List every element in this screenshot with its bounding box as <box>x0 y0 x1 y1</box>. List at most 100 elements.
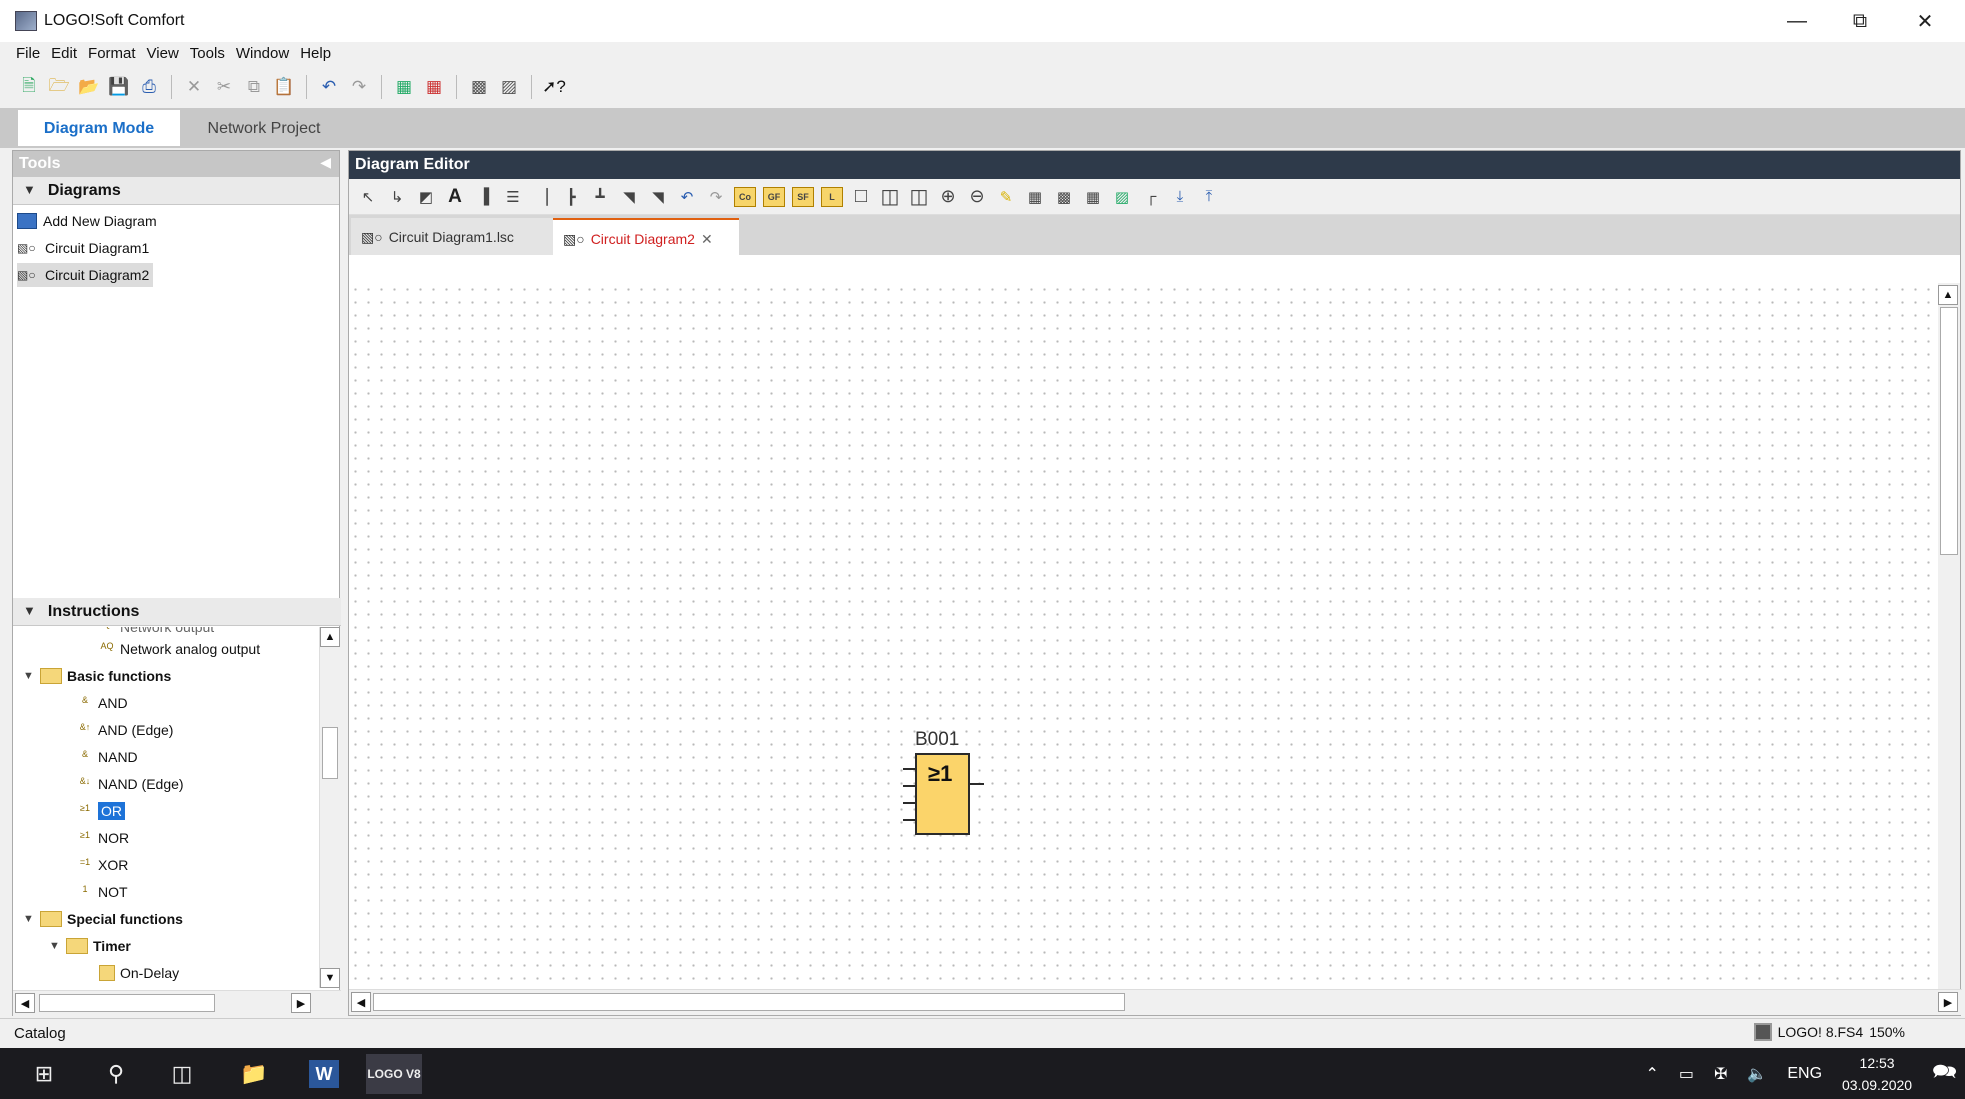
wire-tool-icon[interactable]: ◥ <box>616 184 642 210</box>
transfer-pc-to-logo-icon[interactable]: ▦ <box>391 74 417 100</box>
select-tool-icon[interactable]: ↖ <box>355 184 381 210</box>
parameter-icon[interactable]: ▩ <box>1051 184 1077 210</box>
tab-network-project[interactable]: Network Project <box>186 110 342 146</box>
delete-icon[interactable]: ✕ <box>181 74 207 100</box>
print-icon[interactable]: ⎙ <box>136 74 162 100</box>
new-icon[interactable]: 🗎 <box>16 74 42 100</box>
canvas-vertical-scrollbar[interactable]: ▲ ▼ <box>1938 283 1960 1013</box>
scroll-thumb[interactable] <box>39 994 215 1012</box>
input-pin[interactable] <box>903 819 915 821</box>
scroll-up-icon[interactable]: ▲ <box>1938 285 1958 305</box>
scroll-thumb[interactable] <box>1940 307 1958 555</box>
zoom-in-icon[interactable]: ⊕ <box>935 184 961 210</box>
menu-view[interactable]: View <box>145 42 188 66</box>
page-layout-1-icon[interactable]: □ <box>848 184 874 210</box>
tree-item-network-analog-output[interactable]: AQ Network analog output <box>99 637 260 661</box>
chevron-up-icon[interactable]: ⌃ <box>1645 1064 1658 1084</box>
restore-button[interactable]: ⧉ <box>1835 6 1885 36</box>
undo-icon[interactable]: ↶ <box>674 184 700 210</box>
network-icon[interactable]: ✠ <box>1714 1064 1727 1084</box>
scroll-thumb[interactable] <box>322 727 338 779</box>
constants-connectors-icon[interactable]: Co <box>734 186 756 207</box>
redo-icon[interactable]: ↷ <box>703 184 729 210</box>
tree-item-not[interactable]: 1 NOT <box>77 880 127 904</box>
diagram-canvas[interactable]: B001 ≥1 <box>349 283 1939 1013</box>
simulation-icon[interactable]: ▨ <box>496 74 522 100</box>
tree-item-and[interactable]: & AND <box>77 691 128 715</box>
close-button[interactable]: ✕ <box>1900 6 1950 36</box>
instructions-section-header[interactable]: ▼ Instructions <box>13 598 341 626</box>
transfer-logo-to-pc-icon[interactable]: ▦ <box>421 74 447 100</box>
scroll-thumb[interactable] <box>373 993 1125 1011</box>
tab-diagram-mode[interactable]: Diagram Mode <box>18 110 180 146</box>
input-pin[interactable] <box>903 785 915 787</box>
battery-icon[interactable]: ▭ <box>1679 1064 1694 1084</box>
input-pin[interactable] <box>903 768 915 770</box>
step-icon[interactable]: ┌ <box>1138 184 1164 210</box>
tree-folder-basic-functions[interactable]: ▼ Basic functions <box>23 664 171 688</box>
align-center-icon[interactable]: ☰ <box>500 184 526 210</box>
save-icon[interactable]: 💾 <box>106 74 132 100</box>
undo-icon[interactable]: ↶ <box>316 74 342 100</box>
copy-icon[interactable]: ⧉ <box>241 74 267 100</box>
general-functions-icon[interactable]: GF <box>763 186 785 207</box>
notifications-icon[interactable]: 🗪 <box>1932 1057 1957 1091</box>
io-status-icon[interactable]: ▨ <box>1109 184 1135 210</box>
tree-item-or[interactable]: ≥1 OR <box>77 799 125 823</box>
redo-icon[interactable]: ↷ <box>346 74 372 100</box>
instructions-vertical-scrollbar[interactable]: ▲ ▼ <box>319 627 341 988</box>
diagrams-section-header[interactable]: ▼ Diagrams <box>13 177 339 205</box>
highlight-icon[interactable]: ✎ <box>993 184 1019 210</box>
page-layout-3-icon[interactable]: ◫ <box>906 184 932 210</box>
add-new-diagram-item[interactable]: Add New Diagram <box>17 209 161 233</box>
menu-tools[interactable]: Tools <box>188 42 234 66</box>
distribute-horizontal-icon[interactable]: ┣ <box>558 184 584 210</box>
search-icon[interactable]: ⚲ <box>88 1054 144 1094</box>
tree-item-nor[interactable]: ≥1 NOR <box>77 826 129 850</box>
expanded-arrow-icon[interactable]: ▼ <box>23 913 35 925</box>
menu-file[interactable]: File <box>14 42 49 66</box>
instructions-horizontal-scrollbar[interactable]: ◀ ▶ <box>13 990 341 1016</box>
diagram-item-circuit-diagram2[interactable]: ▧○ Circuit Diagram2 <box>17 263 154 287</box>
close-tab-icon[interactable]: ✕ <box>701 231 713 255</box>
scroll-left-icon[interactable]: ◀ <box>351 992 371 1012</box>
windows-start-icon[interactable]: ⊞ <box>16 1054 72 1094</box>
align-left-icon[interactable]: ▐ <box>471 184 497 210</box>
move-up-icon[interactable]: ⤒ <box>1196 184 1222 210</box>
move-down-icon[interactable]: ⤓ <box>1167 184 1193 210</box>
scroll-up-icon[interactable]: ▲ <box>320 627 340 647</box>
logo-taskbar-button[interactable]: LOGO V8 <box>366 1054 422 1094</box>
menu-format[interactable]: Format <box>86 42 145 66</box>
online-test-icon[interactable]: ▩ <box>466 74 492 100</box>
connect-tool-icon[interactable]: ↳ <box>384 184 410 210</box>
paste-icon[interactable]: 📋 <box>271 74 297 100</box>
or-block-body[interactable]: ≥1 <box>915 753 970 835</box>
menu-window[interactable]: Window <box>234 42 298 66</box>
tree-item-nand-edge[interactable]: &↓ NAND (Edge) <box>77 772 184 796</box>
collapse-left-icon[interactable]: ◀ <box>320 154 331 171</box>
split-connector-icon[interactable]: ◩ <box>413 184 439 210</box>
expanded-arrow-icon[interactable]: ▼ <box>49 940 61 952</box>
tree-item-and-edge[interactable]: &↑ AND (Edge) <box>77 718 174 742</box>
word-app-icon[interactable]: W <box>296 1054 352 1094</box>
special-functions-icon[interactable]: SF <box>792 186 814 207</box>
diagram-item-circuit-diagram1[interactable]: ▧○ Circuit Diagram1 <box>17 236 153 260</box>
file-explorer-icon[interactable]: 📁 <box>226 1054 282 1094</box>
menu-help[interactable]: Help <box>298 42 340 66</box>
wire-tool-2-icon[interactable]: ◥ <box>645 184 671 210</box>
tree-item-on-delay[interactable]: On-Delay <box>99 961 179 985</box>
scroll-right-icon[interactable]: ▶ <box>291 993 311 1013</box>
align-top-icon[interactable]: ▕ <box>529 184 555 210</box>
text-tool-icon[interactable]: A <box>442 184 468 210</box>
scroll-left-icon[interactable]: ◀ <box>15 993 35 1013</box>
cut-icon[interactable]: ✂ <box>211 74 237 100</box>
udf-icon[interactable]: L <box>821 186 843 207</box>
minimize-button[interactable]: — <box>1772 6 1822 36</box>
network-view-icon[interactable]: ▦ <box>1080 184 1106 210</box>
page-layout-2-icon[interactable]: ◫ <box>877 184 903 210</box>
tree-item-xor[interactable]: =1 XOR <box>77 853 128 877</box>
clock[interactable]: 12:53 03.09.2020 <box>1842 1052 1912 1096</box>
open-folder-icon[interactable]: 📂 <box>76 74 102 100</box>
task-view-icon[interactable]: ◫ <box>154 1054 210 1094</box>
open-icon[interactable]: 🗁 <box>46 74 72 100</box>
